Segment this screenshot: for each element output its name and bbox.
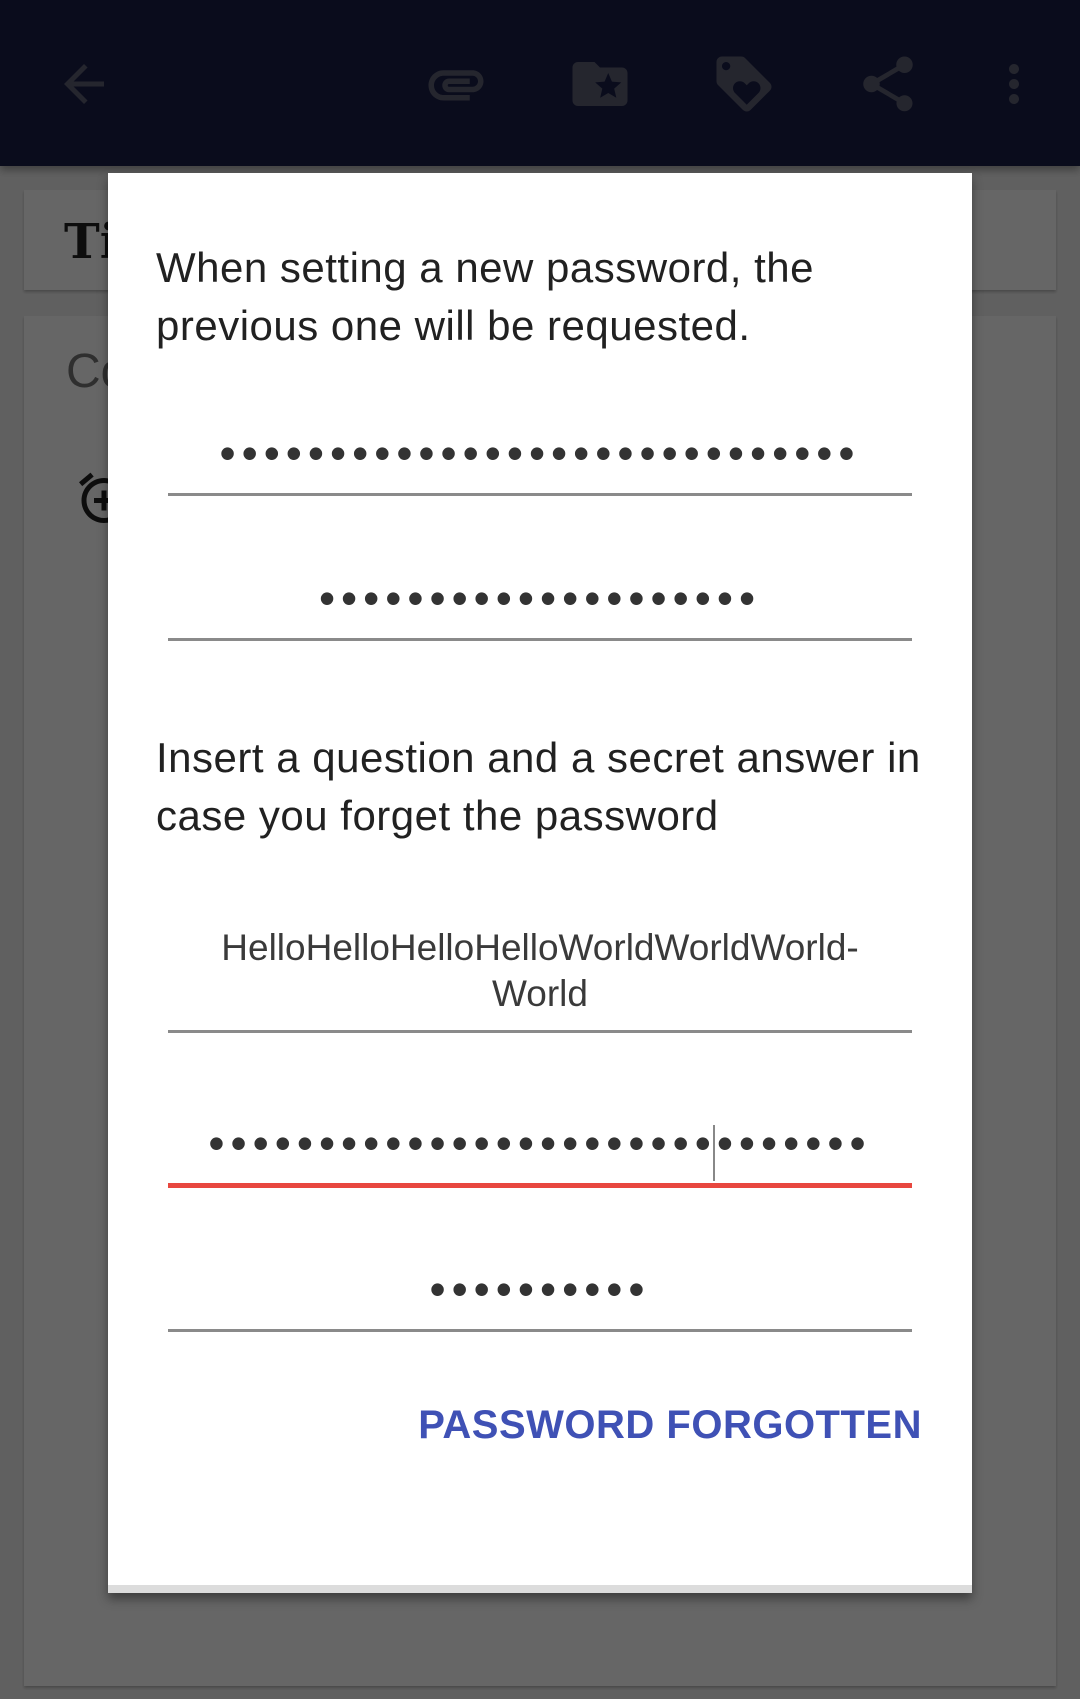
password-info-text: When setting a new password, the previou…	[156, 244, 815, 349]
password-dialog: When setting a new password, the previou…	[108, 173, 972, 1593]
dialog-bottom-edge	[108, 1585, 972, 1593]
security-answer-confirm-value: ••••••••••	[429, 1263, 651, 1315]
password-forgotten-button[interactable]: PASSWORD FORGOTTEN	[418, 1403, 922, 1448]
new-password-field[interactable]: ••••••••••••••••••••	[168, 568, 912, 641]
security-answer-confirm-field[interactable]: ••••••••••	[168, 1259, 912, 1332]
old-password-field[interactable]: •••••••••••••••••••••••••••••	[168, 423, 912, 496]
old-password-value: •••••••••••••••••••••••••••••	[219, 427, 861, 479]
new-password-value: ••••••••••••••••••••	[318, 572, 762, 624]
security-answer-value: ••••••••••••••••••••••••••••••	[208, 1117, 872, 1169]
security-question-info-text: Insert a question and a secret answer in…	[156, 734, 921, 839]
text-cursor	[713, 1125, 715, 1181]
security-question-field[interactable]: HelloHelloHelloHelloWorldWorldWorld-Worl…	[168, 925, 912, 1033]
security-question-value: HelloHelloHelloHelloWorldWorldWorld-Worl…	[221, 927, 859, 1014]
security-answer-field[interactable]: ••••••••••••••••••••••••••••••	[168, 1113, 912, 1188]
